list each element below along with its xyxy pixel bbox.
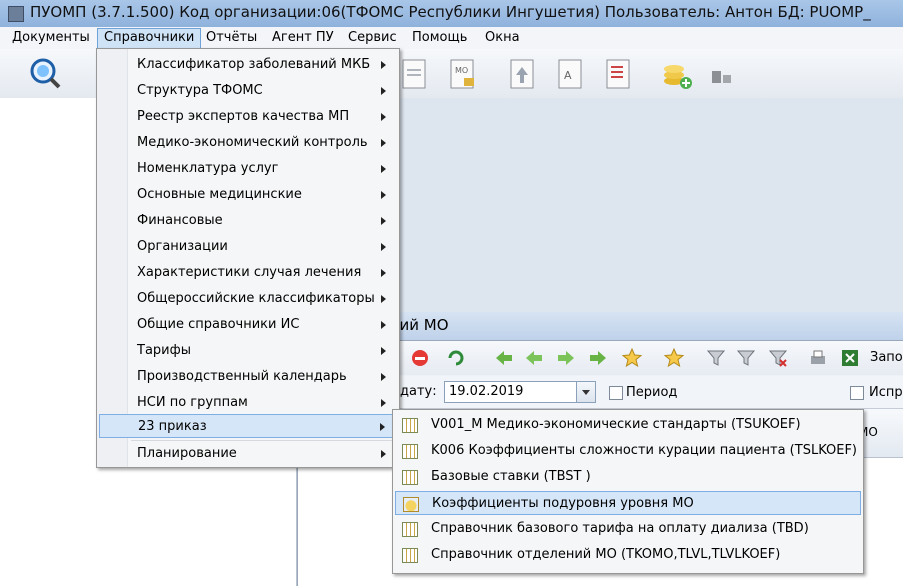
document-icon[interactable] (398, 57, 432, 91)
filter-icon[interactable] (706, 348, 726, 368)
menu-item-organizations[interactable]: Организации (99, 235, 396, 259)
chevron-right-icon (381, 321, 386, 329)
svg-text:A: A (564, 69, 572, 82)
favorite-icon[interactable] (664, 348, 684, 368)
ispr-label: Испра (869, 385, 903, 400)
table-icon (402, 444, 418, 459)
chevron-right-icon (381, 191, 386, 199)
menu-item-planning[interactable]: Планирование (99, 442, 396, 466)
chevron-right-icon (381, 373, 386, 381)
prev-arrow-icon[interactable] (524, 348, 544, 368)
excel-icon[interactable] (840, 348, 860, 368)
add-favorite-icon[interactable] (622, 348, 642, 368)
period-label: Период (626, 385, 678, 400)
chevron-right-icon (381, 269, 386, 277)
menu-item-mek[interactable]: Медико-экономический контроль (99, 131, 396, 155)
menu-separator (131, 440, 393, 441)
submenu-item-tsukoef[interactable]: V001_М Медико-экономические стандарты (T… (395, 413, 861, 437)
mo-document-icon[interactable]: MO (446, 57, 480, 91)
menu-help[interactable]: Помощь (406, 28, 473, 47)
menu-agent[interactable]: Агент ПУ (266, 28, 340, 47)
menu-documents[interactable]: Документы (6, 28, 96, 47)
chevron-right-icon (381, 139, 386, 147)
chevron-right-icon (381, 61, 386, 69)
table-icon (402, 470, 418, 485)
period-checkbox[interactable] (609, 386, 623, 400)
chevron-right-icon (381, 450, 386, 458)
table-icon (402, 418, 418, 433)
menu-item-order-23[interactable]: 23 приказ (99, 414, 396, 438)
svg-text:MO: MO (455, 66, 468, 75)
coins-add-icon[interactable] (660, 57, 694, 91)
first-arrow-icon[interactable] (494, 348, 514, 368)
window-title: ПУОМП (3.7.1.500) Код организации:06(ТФО… (30, 3, 871, 21)
menu-item-case-characteristics[interactable]: Характеристики случая лечения (99, 261, 396, 285)
submenu-item-tbst[interactable]: Базовые ставки (TBST ) (395, 465, 861, 489)
refresh-icon[interactable] (446, 348, 466, 368)
menu-service[interactable]: Сервис (342, 28, 403, 47)
chevron-right-icon (381, 295, 386, 303)
menu-item-services[interactable]: Номенклатура услуг (99, 157, 396, 181)
menu-item-common-is[interactable]: Общие справочники ИС (99, 313, 396, 337)
menu-item-tariffs[interactable]: Тарифы (99, 339, 396, 363)
order-23-submenu: V001_М Медико-экономические стандарты (T… (392, 409, 864, 574)
menu-reports[interactable]: Отчёты (200, 28, 263, 47)
chevron-right-icon (380, 423, 385, 431)
submenu-item-sublevel-coef[interactable]: Коэффициенты подуровня уровня МО (395, 491, 861, 515)
search-icon[interactable] (28, 56, 62, 90)
menu-item-mkb[interactable]: Классификатор заболеваний МКБ (99, 53, 396, 77)
menu-item-tfoms[interactable]: Структура ТФОМС (99, 79, 396, 103)
last-arrow-icon[interactable] (588, 348, 608, 368)
submenu-item-tkomo[interactable]: Справочник отделений МО (TKOMO,TLVL,TLVL… (395, 543, 861, 567)
menu-bar: Документы Справочники Отчёты Агент ПУ Се… (0, 27, 903, 50)
table-icon (402, 548, 418, 563)
print-icon[interactable] (808, 348, 828, 368)
menu-windows[interactable]: Окна (479, 28, 526, 47)
spravochniki-menu: Классификатор заболеваний МКБ Структура … (96, 48, 400, 468)
menu-item-all-russian[interactable]: Общероссийские классификаторы (99, 287, 396, 311)
upload-document-icon[interactable] (506, 57, 540, 91)
chevron-right-icon (381, 113, 386, 121)
menu-item-nsi-groups[interactable]: НСИ по группам (99, 391, 396, 415)
ispr-checkbox[interactable] (850, 386, 864, 400)
coins-icon (403, 497, 419, 512)
date-value: 19.02.2019 (449, 384, 524, 399)
menu-item-experts[interactable]: Реестр экспертов качества МП (99, 105, 396, 129)
menu-item-medical[interactable]: Основные медицинские (99, 183, 396, 207)
edit-document-icon[interactable] (602, 57, 636, 91)
chevron-down-icon[interactable] (576, 382, 595, 402)
delete-icon[interactable] (410, 348, 430, 368)
date-label: дату: (400, 384, 437, 399)
submenu-item-tslkoef[interactable]: K006 Коэффициенты сложности курации паци… (395, 439, 861, 463)
date-picker[interactable]: 19.02.2019 (444, 381, 596, 403)
app-icon (8, 6, 24, 22)
chevron-right-icon (381, 399, 386, 407)
next-arrow-icon[interactable] (556, 348, 576, 368)
submenu-item-tbd[interactable]: Справочник базового тарифа на оплату диа… (395, 517, 861, 541)
menu-item-calendar[interactable]: Производственный календарь (99, 365, 396, 389)
title-bar: ПУОМП (3.7.1.500) Код организации:06(ТФО… (0, 0, 903, 28)
menu-item-finance[interactable]: Финансовые (99, 209, 396, 233)
table-icon (402, 522, 418, 537)
filter-clear-icon[interactable] (768, 348, 788, 368)
menu-spravochniki[interactable]: Справочники (97, 28, 202, 49)
chevron-right-icon (381, 243, 386, 251)
chevron-right-icon (381, 165, 386, 173)
chevron-right-icon (381, 347, 386, 355)
weights-icon[interactable] (706, 59, 740, 93)
chevron-right-icon (381, 87, 386, 95)
fill-button-label[interactable]: Запол (870, 350, 903, 365)
chevron-right-icon (381, 217, 386, 225)
text-document-icon[interactable]: A (554, 57, 588, 91)
filter-edit-icon[interactable] (736, 348, 756, 368)
